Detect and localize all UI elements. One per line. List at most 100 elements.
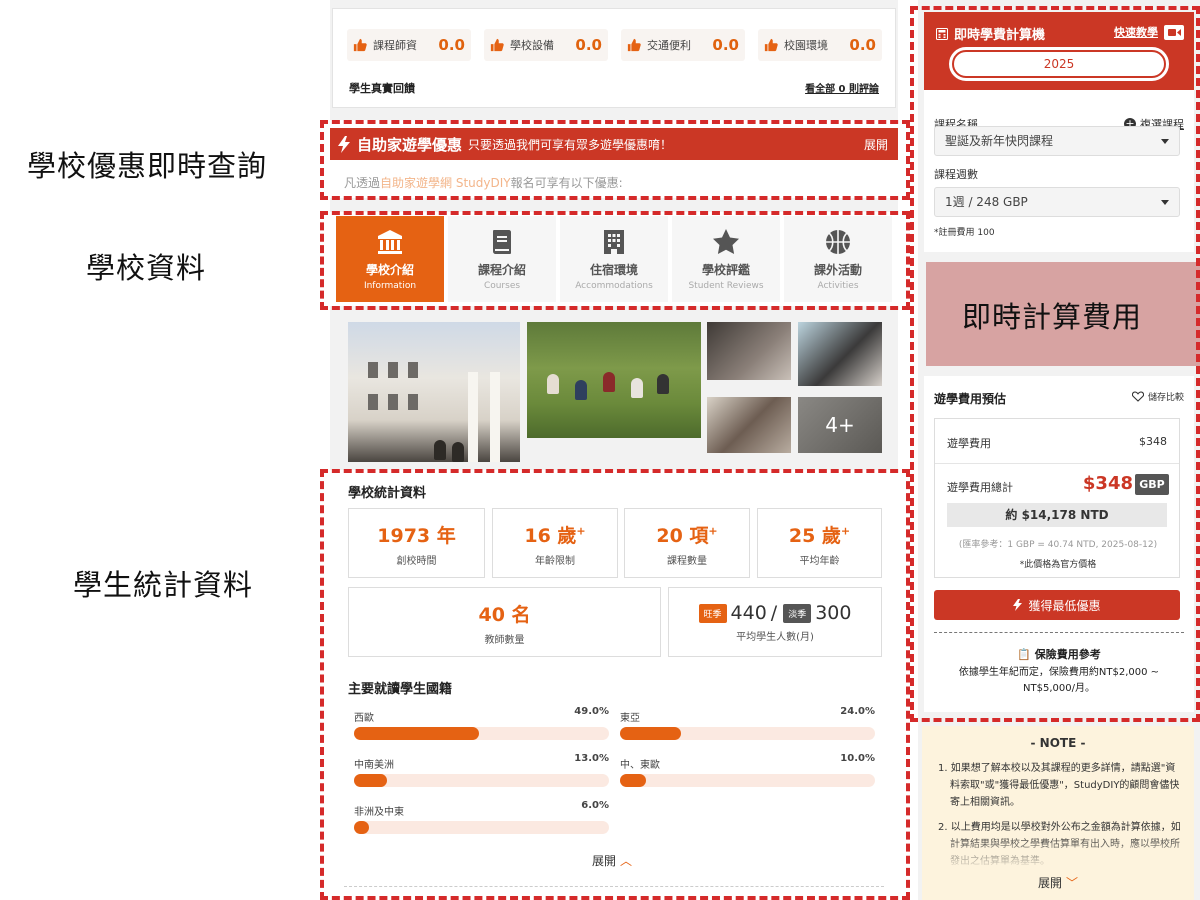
nationality-percent: 6.0% <box>581 800 609 811</box>
tab-information[interactable]: 學校介紹 Information <box>336 216 444 302</box>
year-selector[interactable]: 2025 <box>949 47 1169 81</box>
weeks-select[interactable]: 1週 / 248 GBP <box>934 187 1180 217</box>
school-tabs: 學校介紹 Information 課程介紹 Courses 住宿環境 Accom… <box>330 212 898 306</box>
gallery-photo-more[interactable]: 4+ <box>798 397 882 453</box>
nationality-bar-fill <box>354 821 370 834</box>
save-compare-button[interactable]: 儲存比較 <box>1131 390 1184 403</box>
lightning-icon <box>338 135 350 153</box>
promo-note: 凡透過自助家遊學網 StudyDIY報名可享有以下優惠: <box>344 174 623 191</box>
currency-badge[interactable]: GBP <box>1135 474 1169 495</box>
divider <box>935 463 1179 464</box>
apartment-icon <box>600 228 628 256</box>
promo-note-suffix: 報名可享有以下優惠: <box>510 176 623 190</box>
promo-expand-button[interactable]: 展開 <box>864 136 888 153</box>
nationality-bar-track <box>354 821 609 834</box>
rating-value: 0.0 <box>712 36 739 54</box>
nationality-name: 中、東歐 <box>620 760 660 771</box>
off-season-badge: 淡季 <box>783 603 812 623</box>
nationality-name: 非洲及中東 <box>354 807 404 818</box>
tab-accommodations[interactable]: 住宿環境 Accommodations <box>560 216 668 302</box>
insurance-description: 依據學生年紀而定，保險費用約NT$2,000 ~ NT$5,000/月。 <box>958 667 1160 694</box>
stat-caption: 年齡限制 <box>535 556 575 567</box>
total-label: 遊學費用總計 <box>947 481 1013 494</box>
rating-label: 課程師資 <box>373 39 417 52</box>
gallery-photo-building[interactable] <box>348 322 520 462</box>
promo-note-link[interactable]: 自助家遊學網 StudyDIY <box>380 176 511 190</box>
weeks-label: 課程週數 <box>934 168 978 181</box>
rating-value: 0.0 <box>849 36 876 54</box>
tab-label: 課程介紹 <box>477 263 526 277</box>
rating-label: 學校設備 <box>510 39 554 52</box>
tab-sublabel: Accommodations <box>575 281 653 291</box>
annotation-school-info: 學校資料 <box>86 251 207 285</box>
tab-label: 住宿環境 <box>589 263 638 277</box>
sidebar: 即時學費計算機 快速教學 2025 課程名稱 + 複選課程 聖誕及新年快閃課程 課… <box>918 0 1200 900</box>
rating-item-facilities: 學校設備 0.0 <box>484 29 608 61</box>
tab-activities[interactable]: 課外活動 Activities <box>784 216 892 302</box>
promo-panel: 自助家遊學優惠 只要透過我們可享有眾多遊學優惠唷！ 展開 凡透過自助家遊學網 S… <box>330 120 898 198</box>
note-expand-button[interactable]: 展開 ﹀ <box>922 874 1194 891</box>
rating-item-campus: 校園環境 0.0 <box>758 29 882 61</box>
stat-value: 40 名 <box>478 604 531 626</box>
stats-panel: 學校統計資料 1973 年 創校時間 16 歲+ 年齡限制 20 項+ 課程數量… <box>330 470 898 900</box>
calculator-title: 即時學費計算機 <box>936 24 1045 43</box>
nationality-item: 非洲及中東 6.0% <box>354 800 609 834</box>
clipboard-icon: 📋 <box>1017 648 1031 661</box>
tab-sublabel: Information <box>363 281 417 291</box>
promo-title: 自助家遊學優惠 <box>357 135 463 154</box>
nationality-item: 東亞 24.0% <box>620 706 875 740</box>
nationality-percent: 49.0% <box>574 706 609 717</box>
nationality-bar-fill <box>354 774 388 787</box>
stat-value: 20 項+ <box>656 524 718 547</box>
feedback-title: 學生真實回饋 <box>349 82 415 95</box>
heart-icon <box>1131 391 1144 402</box>
nationality-bar-track <box>354 727 609 740</box>
nationality-name: 中南美洲 <box>354 760 394 771</box>
tab-sublabel: Activities <box>817 281 859 291</box>
stat-students: 旺季 440 / 淡季 300 平均學生人數(月) <box>668 587 882 657</box>
chevron-up-icon: ︿ <box>620 854 633 868</box>
stat-caption: 課程數量 <box>667 556 707 567</box>
promo-header[interactable]: 自助家遊學優惠 只要透過我們可享有眾多遊學優惠唷！ 展開 <box>330 128 898 160</box>
stat-value: 25 歲+ <box>788 524 851 547</box>
tab-sublabel: Courses <box>483 281 521 291</box>
nationality-title: 主要就讀學生國籍 <box>348 682 453 697</box>
calculator-icon <box>936 27 948 40</box>
nationality-bar-track <box>620 727 875 740</box>
school-building-icon <box>376 228 404 256</box>
get-best-offer-button[interactable]: 獲得最低優惠 <box>934 590 1180 620</box>
gallery-photo-students[interactable] <box>707 322 791 380</box>
registration-fee: *註冊費用 100 <box>934 228 995 238</box>
book-icon <box>488 228 516 256</box>
nationality-name: 東亞 <box>620 713 640 724</box>
tab-label: 學校介紹 <box>365 263 414 277</box>
nationality-percent: 10.0% <box>840 753 875 764</box>
view-all-reviews-link[interactable]: 看全部 0 則評論 <box>805 80 879 95</box>
stats-expand-button[interactable]: 展開 ︿ <box>592 852 632 869</box>
note-item: 1. 如果想了解本校以及其課程的更多詳情，請點選"資料索取"或"獲得最低優惠"，… <box>938 763 1180 808</box>
gallery-photo-classroom[interactable] <box>707 397 791 453</box>
fee-estimate: 遊學費用預估 儲存比較 遊學費用 $348 遊學費用總計 $348 GBP 約 … <box>924 376 1194 712</box>
caret-down-icon <box>1161 139 1169 144</box>
annotation-calculator-box: 即時計算費用 <box>926 262 1200 366</box>
course-select[interactable]: 聖誕及新年快閃課程 <box>934 126 1180 156</box>
thumbs-up-icon <box>627 38 641 52</box>
stat-caption: 平均學生人數(月) <box>736 632 814 643</box>
thumbs-up-icon <box>353 38 367 52</box>
tab-reviews[interactable]: 學校評鑑 Student Reviews <box>672 216 780 302</box>
gallery-photo-group[interactable] <box>798 322 882 386</box>
note-fade <box>922 834 1194 876</box>
gallery-photo-park[interactable] <box>527 322 701 438</box>
nationality-percent: 24.0% <box>840 706 875 717</box>
tutorial-link[interactable]: 快速教學 <box>1114 24 1184 40</box>
note-title: - NOTE - <box>1030 736 1086 750</box>
nationality-bar-fill <box>620 774 646 787</box>
tab-courses[interactable]: 課程介紹 Courses <box>448 216 556 302</box>
gallery-more-count: 4+ <box>825 413 855 437</box>
nationality-bar-fill <box>354 727 479 740</box>
stat-caption: 創校時間 <box>396 556 437 567</box>
video-camera-icon <box>1164 24 1184 40</box>
tab-label: 學校評鑑 <box>701 263 750 277</box>
students-slash: / <box>770 602 778 624</box>
stat-caption: 平均年齡 <box>799 556 840 567</box>
